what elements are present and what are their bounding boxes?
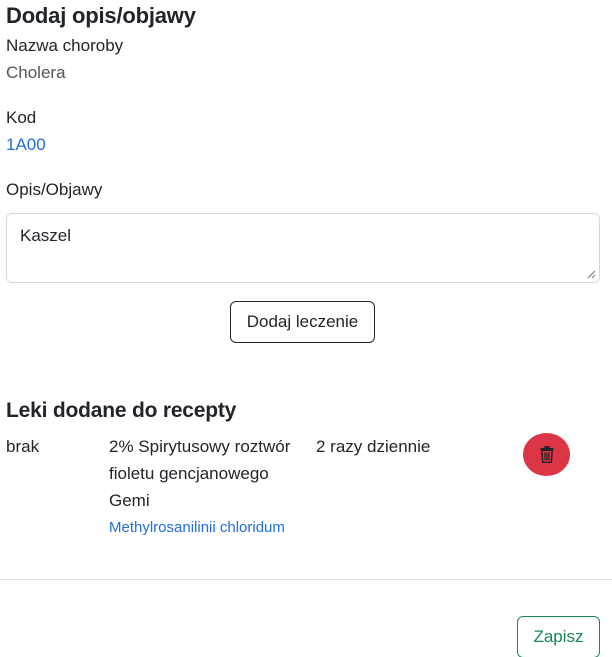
description-label: Opis/Objawy [6,180,103,199]
disease-name-value: Cholera [6,63,66,82]
disease-code-label: Kod [6,108,37,127]
prescription-row: brak 2% Spirytusowy roztwór fioletu genc… [0,433,612,563]
disease-code-value[interactable]: 1A00 [6,134,46,156]
modal-title: Dodaj opis/objawy [6,3,196,28]
prescription-title: Leki dodane do recepty [6,399,237,422]
drug-substance-link[interactable]: Methylrosanilinii chloridum [109,516,299,540]
prescription-col1: brak [6,437,40,456]
description-textarea[interactable]: Kaszel [6,213,600,283]
footer-divider [0,579,612,580]
trash-icon [540,446,553,463]
description-text: Kaszel [20,226,72,245]
prescription-drug: 2% Spirytusowy roztwór fioletu gencjanow… [109,433,299,540]
disease-name-label: Nazwa choroby [6,36,124,55]
save-button[interactable]: Zapisz [517,616,600,657]
resize-grip-icon[interactable] [586,269,596,279]
delete-drug-button[interactable] [523,433,570,476]
drug-name: 2% Spirytusowy roztwór fioletu gencjanow… [109,437,291,510]
add-treatment-button[interactable]: Dodaj leczenie [230,301,375,343]
modal: Dodaj opis/objawy Nazwa choroby Cholera … [0,0,612,657]
prescription-dosage: 2 razy dziennie [316,437,431,456]
